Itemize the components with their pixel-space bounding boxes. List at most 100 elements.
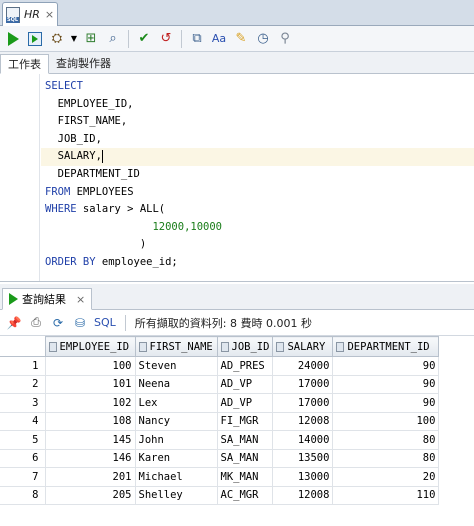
table-row[interactable]: 6 146 Karen SA_MAN 13500 80 [0, 448, 440, 468]
table-cell[interactable]: 90 [332, 356, 440, 376]
table-cell[interactable]: Neena [134, 374, 218, 394]
table-cell[interactable]: Nancy [134, 411, 218, 431]
table-cell[interactable]: 12008 [272, 485, 334, 505]
code-line: 12000,10000 [45, 220, 223, 233]
table-cell[interactable]: 110 [332, 485, 440, 505]
column-icon [336, 341, 345, 352]
code-line: FIRST_NAME, [45, 115, 128, 128]
toolbar-separator [124, 314, 126, 331]
table-cell[interactable]: SA_MAN [216, 430, 274, 450]
table-cell[interactable]: 12008 [272, 411, 334, 431]
sql-code[interactable]: SELECT EMPLOYEE_ID, FIRST_NAME, JOB_ID, … [45, 78, 222, 272]
autotrace-icon[interactable]: ⊞ [82, 30, 100, 48]
print-icon[interactable]: ⎙ [28, 315, 44, 331]
results-tab-label: 查詢結果 [22, 293, 66, 306]
find-icon[interactable]: ⚲ [276, 30, 294, 48]
table-row[interactable]: 3 102 Lex AD_VP 17000 90 [0, 393, 440, 413]
format-icon[interactable]: Aa [210, 30, 228, 48]
table-cell[interactable]: 100 [332, 411, 440, 431]
table-cell[interactable]: 13500 [272, 448, 334, 468]
results-table: EMPLOYEE_ID FIRST_NAME JOB_ID SALARY DEP… [0, 336, 440, 505]
clear-icon[interactable]: ✎ [232, 30, 250, 48]
table-cell[interactable]: 17000 [272, 374, 334, 394]
explain-plan-icon[interactable]: ⛭ [48, 30, 66, 48]
table-cell[interactable]: 80 [332, 448, 440, 468]
table-cell[interactable]: Shelley [134, 485, 218, 505]
run-statement-icon[interactable] [4, 30, 22, 48]
history-icon[interactable]: ◷ [254, 30, 272, 48]
document-tab-strip: HR × [0, 0, 474, 26]
table-cell[interactable]: AC_MGR [216, 485, 274, 505]
sql-editor[interactable]: SELECT EMPLOYEE_ID, FIRST_NAME, JOB_ID, … [0, 74, 474, 282]
pin-icon[interactable]: 📌 [6, 315, 22, 331]
column-header[interactable]: FIRST_NAME [134, 336, 218, 357]
table-cell[interactable]: MK_MAN [216, 467, 274, 487]
worksheet-document-tab[interactable]: HR × [2, 2, 58, 26]
column-header[interactable]: DEPARTMENT_ID [332, 336, 440, 357]
table-row[interactable]: 8 205 Shelley AC_MGR 12008 110 [0, 485, 440, 505]
table-cell[interactable]: 17000 [272, 393, 334, 413]
close-tab-icon[interactable]: × [45, 8, 54, 21]
row-number: 7 [0, 467, 46, 487]
table-cell[interactable]: 80 [332, 430, 440, 450]
sql-tuning-icon[interactable]: ⌕ [104, 30, 122, 48]
close-results-icon[interactable]: × [76, 293, 85, 306]
table-cell[interactable]: John [134, 430, 218, 450]
sql-icon[interactable]: ⛁ [72, 315, 88, 331]
tab-query-builder[interactable]: 查詢製作器 [49, 53, 118, 73]
table-cell[interactable]: AD_PRES [216, 356, 274, 376]
table-row[interactable]: 2 101 Neena AD_VP 17000 90 [0, 374, 440, 394]
column-icon [276, 341, 285, 352]
tab-worksheet[interactable]: 工作表 [0, 54, 49, 74]
code-line: JOB_ID, [45, 132, 102, 145]
results-toolbar: 📌 ⎙ ⟳ ⛁ SQL 所有擷取的資料列: 8 費時 0.001 秒 [0, 310, 474, 336]
worksheet-toolbar: ⛭ ▼ ⊞ ⌕ ✔ ↺ ⧉ Aa ✎ ◷ ⚲ [0, 26, 474, 52]
table-cell[interactable]: 20 [332, 467, 440, 487]
table-cell[interactable]: Steven [134, 356, 218, 376]
table-cell[interactable]: Lex [134, 393, 218, 413]
run-script-icon[interactable] [26, 30, 44, 48]
code-line: SALARY, [45, 149, 103, 163]
dropdown-arrow-icon[interactable]: ▼ [70, 30, 78, 48]
tab-query-results[interactable]: 查詢結果 × [2, 288, 93, 310]
table-row[interactable]: 4 108 Nancy FI_MGR 12008 100 [0, 411, 440, 431]
table-cell[interactable]: 145 [44, 430, 136, 450]
column-icon [138, 341, 147, 352]
table-cell[interactable]: 205 [44, 485, 136, 505]
table-cell[interactable]: 14000 [272, 430, 334, 450]
code-line: FROM EMPLOYEES [45, 185, 134, 198]
table-row[interactable]: 7 201 Michael MK_MAN 13000 20 [0, 467, 440, 487]
table-row[interactable]: 5 145 John SA_MAN 14000 80 [0, 430, 440, 450]
results-grid[interactable]: EMPLOYEE_ID FIRST_NAME JOB_ID SALARY DEP… [0, 336, 474, 526]
table-cell[interactable]: 201 [44, 467, 136, 487]
editor-subtabs: 工作表 查詢製作器 [0, 52, 474, 74]
code-line: SELECT [45, 80, 83, 92]
table-cell[interactable]: 146 [44, 448, 136, 468]
table-cell[interactable]: 13000 [272, 467, 334, 487]
table-cell[interactable]: FI_MGR [216, 411, 274, 431]
column-header[interactable]: SALARY [272, 336, 334, 357]
column-header[interactable]: EMPLOYEE_ID [44, 336, 136, 357]
table-cell[interactable]: AD_VP [216, 393, 274, 413]
table-cell[interactable]: AD_VP [216, 374, 274, 394]
row-number: 8 [0, 485, 46, 505]
unshared-sql-icon[interactable]: ⧉ [188, 30, 206, 48]
row-number: 1 [0, 356, 46, 376]
table-cell[interactable]: 90 [332, 393, 440, 413]
table-cell[interactable]: 102 [44, 393, 136, 413]
rollback-icon[interactable]: ↺ [157, 30, 175, 48]
table-cell[interactable]: 24000 [272, 356, 334, 376]
table-cell[interactable]: 100 [44, 356, 136, 376]
table-cell[interactable]: 108 [44, 411, 136, 431]
table-row[interactable]: 1 100 Steven AD_PRES 24000 90 [0, 356, 440, 376]
table-cell[interactable]: SA_MAN [216, 448, 274, 468]
header-row: EMPLOYEE_ID FIRST_NAME JOB_ID SALARY DEP… [0, 336, 440, 357]
table-cell[interactable]: Michael [134, 467, 218, 487]
table-cell[interactable]: 90 [332, 374, 440, 394]
column-header[interactable]: JOB_ID [216, 336, 274, 357]
refresh-icon[interactable]: ⟳ [50, 315, 66, 331]
commit-icon[interactable]: ✔ [135, 30, 153, 48]
table-cell[interactable]: Karen [134, 448, 218, 468]
sql-link[interactable]: SQL [94, 316, 116, 329]
table-cell[interactable]: 101 [44, 374, 136, 394]
